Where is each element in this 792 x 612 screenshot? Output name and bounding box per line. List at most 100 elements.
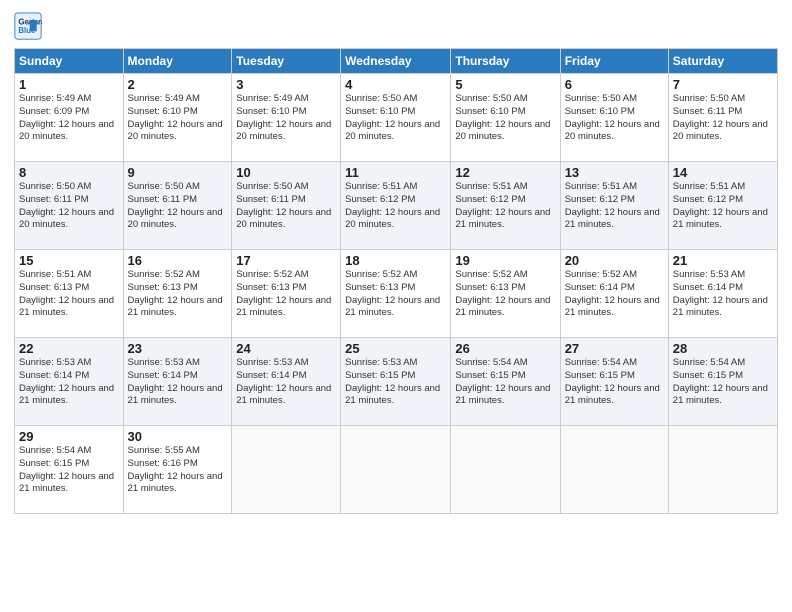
calendar-cell: 3 Sunrise: 5:49 AMSunset: 6:10 PMDayligh… bbox=[232, 74, 341, 162]
calendar-cell: 26 Sunrise: 5:54 AMSunset: 6:15 PMDaylig… bbox=[451, 338, 560, 426]
calendar-cell: 2 Sunrise: 5:49 AMSunset: 6:10 PMDayligh… bbox=[123, 74, 232, 162]
week-row-3: 15 Sunrise: 5:51 AMSunset: 6:13 PMDaylig… bbox=[15, 250, 778, 338]
day-info: Sunrise: 5:53 AMSunset: 6:14 PMDaylight:… bbox=[236, 357, 331, 406]
calendar-cell bbox=[560, 426, 668, 514]
header-day-thursday: Thursday bbox=[451, 49, 560, 74]
header: General Blue bbox=[14, 12, 778, 40]
calendar-cell: 6 Sunrise: 5:50 AMSunset: 6:10 PMDayligh… bbox=[560, 74, 668, 162]
calendar-cell: 30 Sunrise: 5:55 AMSunset: 6:16 PMDaylig… bbox=[123, 426, 232, 514]
day-number: 7 bbox=[673, 77, 773, 92]
calendar-cell: 7 Sunrise: 5:50 AMSunset: 6:11 PMDayligh… bbox=[668, 74, 777, 162]
day-info: Sunrise: 5:50 AMSunset: 6:10 PMDaylight:… bbox=[565, 93, 660, 142]
day-number: 24 bbox=[236, 341, 336, 356]
calendar-cell: 22 Sunrise: 5:53 AMSunset: 6:14 PMDaylig… bbox=[15, 338, 124, 426]
day-number: 26 bbox=[455, 341, 555, 356]
header-day-tuesday: Tuesday bbox=[232, 49, 341, 74]
day-number: 30 bbox=[128, 429, 228, 444]
calendar-cell: 28 Sunrise: 5:54 AMSunset: 6:15 PMDaylig… bbox=[668, 338, 777, 426]
day-info: Sunrise: 5:51 AMSunset: 6:13 PMDaylight:… bbox=[19, 269, 114, 318]
day-number: 4 bbox=[345, 77, 446, 92]
calendar-cell: 19 Sunrise: 5:52 AMSunset: 6:13 PMDaylig… bbox=[451, 250, 560, 338]
calendar-body: 1 Sunrise: 5:49 AMSunset: 6:09 PMDayligh… bbox=[15, 74, 778, 514]
calendar-cell: 9 Sunrise: 5:50 AMSunset: 6:11 PMDayligh… bbox=[123, 162, 232, 250]
day-info: Sunrise: 5:51 AMSunset: 6:12 PMDaylight:… bbox=[345, 181, 440, 230]
header-day-friday: Friday bbox=[560, 49, 668, 74]
day-info: Sunrise: 5:50 AMSunset: 6:11 PMDaylight:… bbox=[19, 181, 114, 230]
page: General Blue SundayMondayTuesdayWednesda… bbox=[0, 0, 792, 612]
calendar-table: SundayMondayTuesdayWednesdayThursdayFrid… bbox=[14, 48, 778, 514]
day-info: Sunrise: 5:53 AMSunset: 6:14 PMDaylight:… bbox=[128, 357, 223, 406]
logo-icon: General Blue bbox=[14, 12, 42, 40]
day-number: 18 bbox=[345, 253, 446, 268]
day-number: 20 bbox=[565, 253, 664, 268]
week-row-2: 8 Sunrise: 5:50 AMSunset: 6:11 PMDayligh… bbox=[15, 162, 778, 250]
week-row-4: 22 Sunrise: 5:53 AMSunset: 6:14 PMDaylig… bbox=[15, 338, 778, 426]
day-number: 27 bbox=[565, 341, 664, 356]
day-number: 3 bbox=[236, 77, 336, 92]
day-info: Sunrise: 5:54 AMSunset: 6:15 PMDaylight:… bbox=[455, 357, 550, 406]
day-info: Sunrise: 5:52 AMSunset: 6:13 PMDaylight:… bbox=[128, 269, 223, 318]
calendar-header-row: SundayMondayTuesdayWednesdayThursdayFrid… bbox=[15, 49, 778, 74]
day-number: 23 bbox=[128, 341, 228, 356]
day-info: Sunrise: 5:53 AMSunset: 6:15 PMDaylight:… bbox=[345, 357, 440, 406]
calendar-cell: 5 Sunrise: 5:50 AMSunset: 6:10 PMDayligh… bbox=[451, 74, 560, 162]
calendar-cell bbox=[668, 426, 777, 514]
day-info: Sunrise: 5:54 AMSunset: 6:15 PMDaylight:… bbox=[565, 357, 660, 406]
day-info: Sunrise: 5:52 AMSunset: 6:13 PMDaylight:… bbox=[455, 269, 550, 318]
day-info: Sunrise: 5:53 AMSunset: 6:14 PMDaylight:… bbox=[19, 357, 114, 406]
day-info: Sunrise: 5:51 AMSunset: 6:12 PMDaylight:… bbox=[565, 181, 660, 230]
calendar-cell: 21 Sunrise: 5:53 AMSunset: 6:14 PMDaylig… bbox=[668, 250, 777, 338]
header-day-monday: Monday bbox=[123, 49, 232, 74]
day-number: 17 bbox=[236, 253, 336, 268]
calendar-cell: 14 Sunrise: 5:51 AMSunset: 6:12 PMDaylig… bbox=[668, 162, 777, 250]
calendar-cell: 23 Sunrise: 5:53 AMSunset: 6:14 PMDaylig… bbox=[123, 338, 232, 426]
day-number: 25 bbox=[345, 341, 446, 356]
header-day-sunday: Sunday bbox=[15, 49, 124, 74]
day-number: 22 bbox=[19, 341, 119, 356]
week-row-5: 29 Sunrise: 5:54 AMSunset: 6:15 PMDaylig… bbox=[15, 426, 778, 514]
day-info: Sunrise: 5:52 AMSunset: 6:13 PMDaylight:… bbox=[345, 269, 440, 318]
calendar-cell: 25 Sunrise: 5:53 AMSunset: 6:15 PMDaylig… bbox=[341, 338, 451, 426]
day-number: 21 bbox=[673, 253, 773, 268]
day-info: Sunrise: 5:49 AMSunset: 6:10 PMDaylight:… bbox=[128, 93, 223, 142]
day-number: 29 bbox=[19, 429, 119, 444]
day-info: Sunrise: 5:54 AMSunset: 6:15 PMDaylight:… bbox=[673, 357, 768, 406]
day-number: 6 bbox=[565, 77, 664, 92]
day-number: 19 bbox=[455, 253, 555, 268]
day-number: 15 bbox=[19, 253, 119, 268]
day-info: Sunrise: 5:54 AMSunset: 6:15 PMDaylight:… bbox=[19, 445, 114, 494]
calendar-cell: 24 Sunrise: 5:53 AMSunset: 6:14 PMDaylig… bbox=[232, 338, 341, 426]
logo: General Blue bbox=[14, 12, 46, 40]
day-info: Sunrise: 5:50 AMSunset: 6:11 PMDaylight:… bbox=[128, 181, 223, 230]
calendar-cell: 27 Sunrise: 5:54 AMSunset: 6:15 PMDaylig… bbox=[560, 338, 668, 426]
calendar-cell: 15 Sunrise: 5:51 AMSunset: 6:13 PMDaylig… bbox=[15, 250, 124, 338]
day-info: Sunrise: 5:52 AMSunset: 6:13 PMDaylight:… bbox=[236, 269, 331, 318]
calendar-cell bbox=[451, 426, 560, 514]
day-info: Sunrise: 5:50 AMSunset: 6:10 PMDaylight:… bbox=[455, 93, 550, 142]
calendar-cell: 20 Sunrise: 5:52 AMSunset: 6:14 PMDaylig… bbox=[560, 250, 668, 338]
calendar-cell: 11 Sunrise: 5:51 AMSunset: 6:12 PMDaylig… bbox=[341, 162, 451, 250]
calendar-cell: 18 Sunrise: 5:52 AMSunset: 6:13 PMDaylig… bbox=[341, 250, 451, 338]
day-info: Sunrise: 5:52 AMSunset: 6:14 PMDaylight:… bbox=[565, 269, 660, 318]
day-number: 12 bbox=[455, 165, 555, 180]
calendar-cell: 10 Sunrise: 5:50 AMSunset: 6:11 PMDaylig… bbox=[232, 162, 341, 250]
day-info: Sunrise: 5:50 AMSunset: 6:10 PMDaylight:… bbox=[345, 93, 440, 142]
day-number: 14 bbox=[673, 165, 773, 180]
day-info: Sunrise: 5:50 AMSunset: 6:11 PMDaylight:… bbox=[673, 93, 768, 142]
calendar-cell bbox=[341, 426, 451, 514]
header-day-saturday: Saturday bbox=[668, 49, 777, 74]
day-number: 9 bbox=[128, 165, 228, 180]
day-number: 5 bbox=[455, 77, 555, 92]
calendar-cell: 8 Sunrise: 5:50 AMSunset: 6:11 PMDayligh… bbox=[15, 162, 124, 250]
calendar-cell: 1 Sunrise: 5:49 AMSunset: 6:09 PMDayligh… bbox=[15, 74, 124, 162]
day-number: 8 bbox=[19, 165, 119, 180]
calendar-cell: 16 Sunrise: 5:52 AMSunset: 6:13 PMDaylig… bbox=[123, 250, 232, 338]
day-info: Sunrise: 5:51 AMSunset: 6:12 PMDaylight:… bbox=[673, 181, 768, 230]
day-info: Sunrise: 5:49 AMSunset: 6:09 PMDaylight:… bbox=[19, 93, 114, 142]
calendar-cell: 17 Sunrise: 5:52 AMSunset: 6:13 PMDaylig… bbox=[232, 250, 341, 338]
calendar-cell: 13 Sunrise: 5:51 AMSunset: 6:12 PMDaylig… bbox=[560, 162, 668, 250]
day-number: 28 bbox=[673, 341, 773, 356]
day-info: Sunrise: 5:50 AMSunset: 6:11 PMDaylight:… bbox=[236, 181, 331, 230]
day-number: 11 bbox=[345, 165, 446, 180]
day-info: Sunrise: 5:53 AMSunset: 6:14 PMDaylight:… bbox=[673, 269, 768, 318]
